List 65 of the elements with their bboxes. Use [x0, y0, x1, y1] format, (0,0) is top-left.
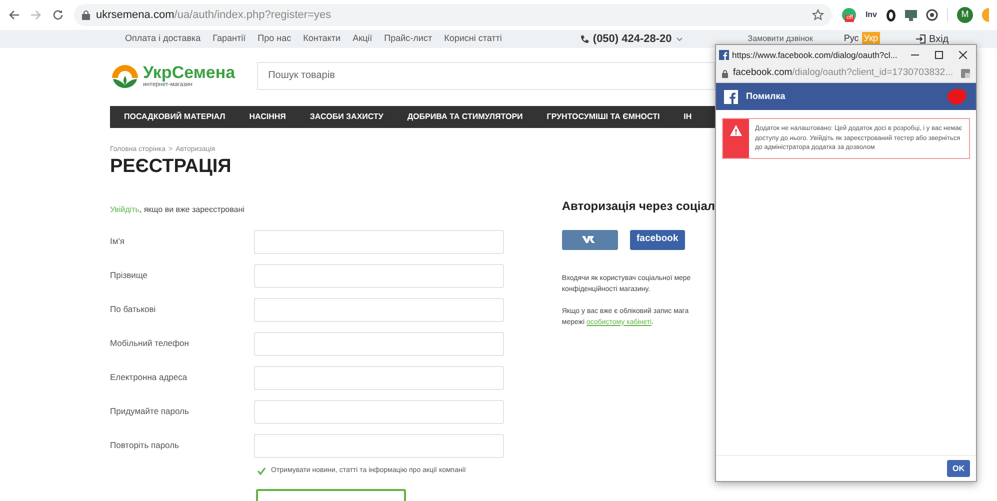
field-label: По батькові: [110, 303, 157, 316]
check-icon: [256, 466, 266, 475]
popup-url: facebook.com/dialog/oauth?client_id=1730703832...: [733, 66, 954, 80]
monitor-icon[interactable]: [905, 10, 917, 20]
top-link[interactable]: Прайс-лист: [384, 32, 432, 46]
field-label: Мобільний телефон: [110, 337, 190, 350]
input-field[interactable]: [254, 332, 504, 356]
field-label: Ім'я: [110, 235, 126, 248]
login-link[interactable]: Вхід: [929, 32, 949, 46]
newsletter-checkbox[interactable]: [256, 466, 266, 476]
logo-icon: [110, 62, 140, 88]
dialog-title: Помилка: [746, 90, 786, 103]
top-link[interactable]: Оплата і доставка: [125, 32, 201, 46]
extension-label[interactable]: Inv: [865, 9, 877, 21]
field-label: Електронна адреса: [110, 371, 188, 384]
input-field[interactable]: [254, 230, 504, 254]
back-icon[interactable]: [8, 9, 20, 21]
input-field[interactable]: [254, 434, 504, 458]
maximize-icon[interactable]: [935, 51, 943, 59]
phone-icon: [580, 34, 589, 44]
nav-item[interactable]: ЗАСОБИ ЗАХИСТУ: [310, 111, 384, 123]
facebook-button[interactable]: facebook: [630, 230, 685, 250]
vk-button[interactable]: [562, 230, 618, 250]
profile-avatar[interactable]: M: [957, 7, 973, 23]
star-icon[interactable]: [812, 9, 824, 21]
ok-button[interactable]: OK: [947, 460, 970, 477]
nav-item[interactable]: НАСІННЯ: [249, 111, 286, 123]
nav-item[interactable]: ІН: [684, 111, 692, 123]
facebook-icon: [719, 50, 729, 60]
field-label: Прізвище: [110, 269, 149, 282]
field-label: Повторіть пароль: [110, 439, 180, 452]
lock-icon: [82, 10, 90, 20]
top-link[interactable]: Акції: [352, 32, 372, 46]
url-text: ukrsemena.com/ua/auth/index.php?register=yes: [96, 8, 332, 23]
social-title: Авторизація через соціал: [562, 198, 715, 214]
reload-icon[interactable]: [52, 9, 64, 21]
facebook-icon: [724, 90, 738, 104]
lock-icon: [722, 70, 728, 78]
input-field[interactable]: [254, 264, 504, 288]
phone-number[interactable]: (050) 424-28-20: [592, 30, 672, 48]
top-link[interactable]: Корисні статті: [444, 32, 502, 46]
search-field[interactable]: Пошук товарів: [257, 62, 715, 90]
nav-item[interactable]: ПОСАДКОВИЙ МАТЕРІАЛ: [124, 111, 226, 123]
input-field[interactable]: [254, 366, 504, 390]
logo-title: УкрСемена: [143, 64, 236, 80]
caret-icon[interactable]: [676, 36, 683, 42]
login-prompt: Увійдіть, якщо ви вже зареєстровані: [110, 204, 246, 216]
input-field[interactable]: [254, 400, 504, 424]
top-link[interactable]: Про нас: [258, 32, 292, 46]
nav-item[interactable]: ДОБРИВА ТА СТИМУЛЯТОРИ: [407, 111, 523, 123]
page-title: РЕЄСТРАЦІЯ: [110, 156, 232, 178]
login-icon: [916, 34, 926, 44]
close-icon[interactable]: [959, 51, 967, 59]
nav-item[interactable]: ГРУНТОСУМІШІ ТА ЄМНОСТІ: [546, 111, 660, 123]
language-option[interactable]: Рус: [842, 32, 860, 46]
top-link[interactable]: Гарантії: [212, 32, 246, 46]
forward-icon[interactable]: [30, 9, 42, 21]
input-field[interactable]: [254, 298, 504, 322]
warning-icon: [730, 125, 742, 136]
address-bar[interactable]: ukrsemena.com/ua/auth/index.php?register=yes: [74, 4, 832, 26]
field-label: Придумайте пароль: [110, 405, 190, 418]
vk-icon: [582, 235, 598, 244]
top-link[interactable]: Контакти: [303, 32, 341, 46]
record-icon[interactable]: [926, 9, 938, 21]
popup-title: https://www.facebook.com/dialog/oauth?cl...: [732, 48, 898, 62]
